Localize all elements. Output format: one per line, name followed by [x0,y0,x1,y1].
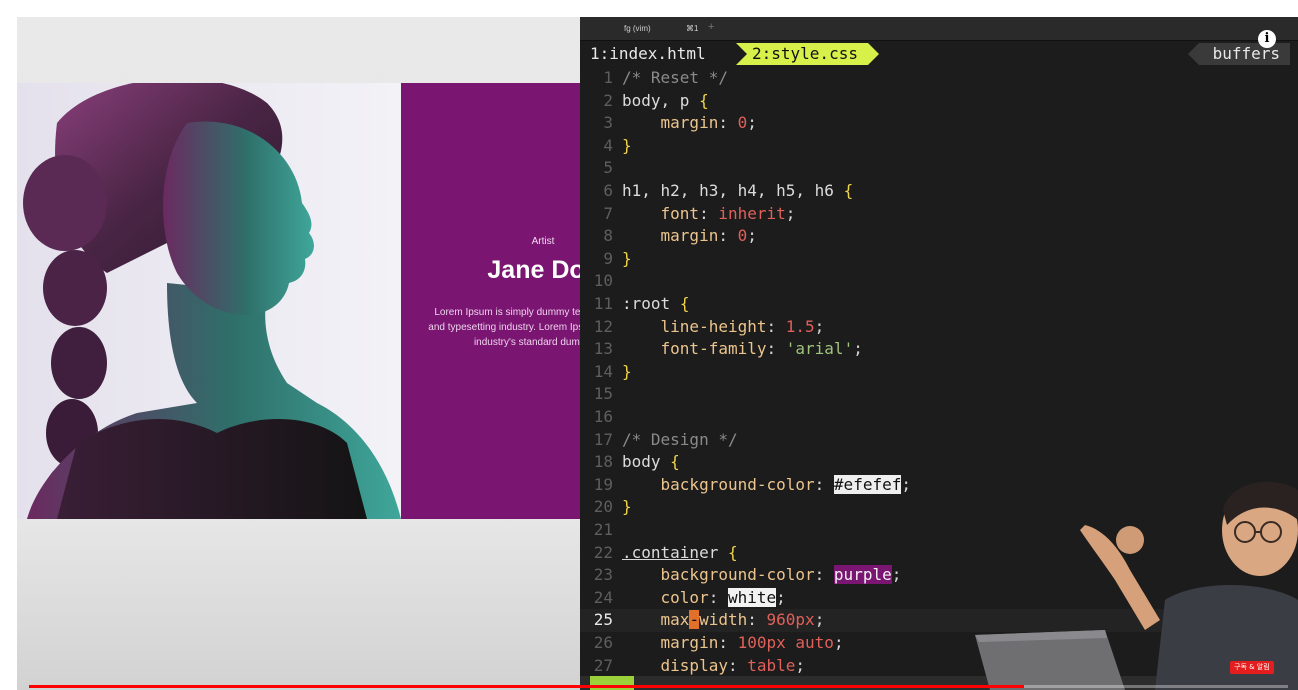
line-number: 10 [593,271,613,291]
code-text: background-color: #efefef; [660,474,911,494]
code-text: color: white; [660,587,786,607]
line-number: 11 [593,294,613,313]
code-line[interactable]: 1 /* Reset */ [580,67,1298,90]
code-line[interactable]: 3 margin: 0; [580,112,1298,135]
code-text: line-height: 1.5; [660,316,825,336]
terminal-tab[interactable]: fg (vim) [624,24,651,33]
code-text: /* Reset */ [622,68,728,87]
code-line[interactable]: 8 margin: 0; [580,225,1298,248]
line-number: 24 [593,587,613,607]
info-icon[interactable]: i [1258,30,1276,48]
line-number: 14 [593,361,613,381]
line-number: 7 [603,203,613,223]
line-number: 16 [593,407,613,426]
line-number: 13 [593,339,613,359]
line-number: 9 [603,248,613,268]
vim-buffers-label: buffers [1187,43,1290,65]
line-number: 17 [593,429,613,449]
code-line[interactable]: 5 [580,157,1298,180]
code-text: margin: 0; [660,226,757,246]
line-number: 4 [603,135,613,155]
code-text: font-family: 'arial'; [660,339,863,359]
code-text: background-color: purple; [660,565,902,585]
vim-tabline: 1:index.html 2:style.css [590,43,1290,65]
terminal-tab-shortcut: ⌘1 [686,24,699,33]
code-text: } [622,248,632,268]
code-line[interactable]: 10 [580,270,1298,293]
line-number: 15 [593,384,613,404]
presenter-video-overlay [975,481,1298,690]
code-text: display: table; [660,655,806,675]
code-text: margin: 100px auto; [660,633,844,652]
code-line[interactable]: 7 font: inherit; [580,203,1298,226]
line-number: 2 [603,90,613,110]
new-tab-button[interactable]: + [708,21,714,33]
line-number: 20 [593,497,613,517]
line-number: 1 [603,68,613,87]
code-text: h1, h2, h3, h4, h5, h6 { [622,181,854,200]
code-line[interactable]: 17 /* Design */ [580,429,1298,452]
line-number: 8 [603,226,613,246]
code-line[interactable]: 4} [580,135,1298,158]
line-number: 27 [593,655,613,675]
code-line[interactable]: 2 body, p { [580,90,1298,113]
code-text: max-width: 960px; [660,610,825,630]
code-line[interactable]: 15 [580,383,1298,406]
code-text: body { [622,452,680,472]
vim-tab-style-css[interactable]: 2:style.css [736,43,879,65]
line-number: 6 [603,181,613,200]
code-line[interactable]: 13 font-family: 'arial'; [580,338,1298,361]
code-line[interactable]: 11 :root { [580,293,1298,316]
code-text: font: inherit; [660,203,796,223]
code-text: } [622,497,632,517]
artist-bio: Lorem Ipsum is simply dummy text of the … [428,307,580,348]
code-text: :root { [622,294,690,313]
browser-preview: Artist Jane Doe Lorem Ipsum is simply du… [17,17,580,690]
code-text: margin: 0; [660,113,757,133]
code-text: } [622,361,632,381]
terminal-tab-bar: fg (vim) ⌘1 + [580,17,1298,41]
artist-card: Artist Jane Doe Lorem Ipsum is simply du… [401,83,580,519]
line-number: 12 [593,316,613,336]
vim-tab-style-css-label: 2:style.css [752,44,858,63]
line-number: 5 [603,158,613,178]
line-number: 21 [593,520,613,539]
code-text: .container { [622,542,738,562]
code-text: body, p { [622,90,709,110]
line-number: 26 [593,633,613,652]
artist-label: Artist [531,236,555,247]
artist-name: Jane Doe [487,256,580,284]
code-line[interactable]: 9} [580,248,1298,271]
code-line[interactable]: 16 [580,406,1298,429]
line-number: 19 [593,474,613,494]
code-text: } [622,135,632,155]
line-number: 22 [593,542,613,562]
code-line[interactable]: 14} [580,361,1298,384]
code-text: /* Design */ [622,429,738,449]
line-number: 25 [593,610,613,630]
portrait-image [17,83,401,519]
code-line[interactable]: 6 h1, h2, h3, h4, h5, h6 { [580,180,1298,203]
code-line[interactable]: 12 line-height: 1.5; [580,316,1298,339]
subscribe-badge[interactable]: 구독 & 알림 [1230,661,1274,674]
line-number: 3 [603,113,613,133]
line-number: 18 [593,452,613,472]
vim-tab-index-html[interactable]: 1:index.html [590,43,716,65]
video-progress-fill [29,685,1024,688]
artist-photo [17,83,401,519]
line-number: 23 [593,565,613,585]
